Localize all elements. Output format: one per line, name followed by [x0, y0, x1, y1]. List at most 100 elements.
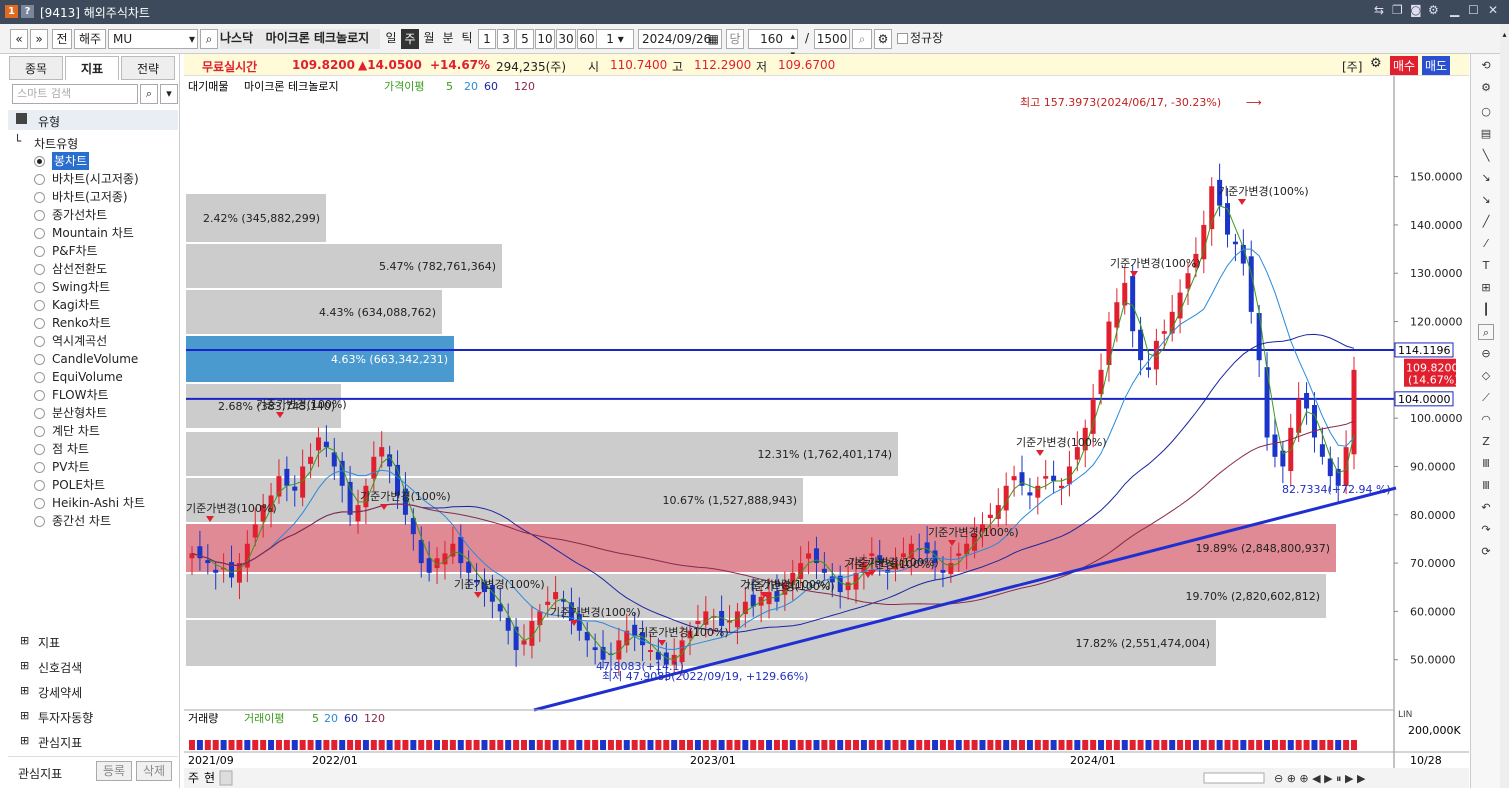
trend-tool-icon[interactable]: ↘ [1478, 170, 1494, 186]
interval-button[interactable]: 5 [516, 29, 534, 49]
expand-icon[interactable]: ⊞ [20, 634, 29, 647]
next-button[interactable]: » [30, 29, 48, 49]
total-count-field[interactable]: 1500 [814, 29, 850, 49]
maximize-icon[interactable]: ☐ [1468, 3, 1479, 17]
slope-tool-icon[interactable]: ╱ [1478, 214, 1494, 230]
indicator-folder[interactable]: 신호검색 [38, 659, 82, 676]
period-button[interactable]: 일 [382, 29, 400, 49]
indicator-folder[interactable]: 지표 [38, 634, 60, 651]
chart-type-item[interactable]: FLOW차트 [52, 386, 109, 404]
zigzag-icon[interactable]: Z [1478, 434, 1494, 450]
left-tab[interactable]: 전략 [121, 56, 175, 80]
period-button[interactable]: 월 [420, 29, 438, 49]
expand-icon[interactable]: ⊞ [20, 659, 29, 672]
chart-type-item[interactable]: 종간선 차트 [52, 512, 111, 530]
indicator-folder[interactable]: 관심지표 [38, 734, 82, 751]
delete-button[interactable]: 삭제 [136, 761, 172, 781]
section-header[interactable]: 유형 [8, 110, 178, 130]
chart-type-radio[interactable] [34, 174, 45, 185]
chart-type-item[interactable]: P&F차트 [52, 242, 98, 260]
chart-type-radio[interactable] [34, 408, 45, 419]
indicator-folder[interactable]: 강세약세 [38, 684, 82, 701]
text-tool-icon[interactable]: T [1478, 258, 1494, 274]
chart-type-radio[interactable] [34, 444, 45, 455]
chart-type-item[interactable]: 역시계곡선 [52, 332, 107, 350]
help-icon[interactable]: ? [21, 5, 34, 18]
chart-type-item[interactable]: Heikin-Ashi 차트 [52, 494, 145, 512]
chart-type-item[interactable]: 분산형차트 [52, 404, 107, 422]
date-input[interactable]: 2024/09/26 ▦ [638, 29, 722, 49]
camera-icon[interactable]: ◙ [1410, 3, 1422, 17]
expand-icon[interactable]: ⊞ [20, 709, 29, 722]
chart-type-item[interactable]: 계단 차트 [52, 422, 100, 440]
chart-type-item[interactable]: Swing차트 [52, 278, 110, 296]
settings-icon[interactable]: ⚙ [1428, 3, 1439, 17]
chart-type-radio[interactable] [34, 372, 45, 383]
chart-type-radio[interactable] [34, 318, 45, 329]
zoom-icon[interactable]: ⌕ [1478, 324, 1494, 340]
count-input[interactable]: 160▴▾ [748, 29, 798, 60]
chart-type-radio[interactable] [34, 282, 45, 293]
candle-tool-icon[interactable]: ┃ [1478, 302, 1494, 318]
chart-type-item[interactable]: POLE차트 [52, 476, 105, 494]
fan-icon[interactable]: ⟋ [1478, 390, 1494, 406]
chart-type-radio[interactable] [34, 426, 45, 437]
chevron-down-icon[interactable]: ▾ [189, 30, 195, 48]
interval-button[interactable]: 30 [556, 29, 576, 49]
market-select[interactable]: 해주 [74, 29, 106, 49]
period-button[interactable]: 주 [401, 29, 419, 49]
smart-search-input[interactable]: 스마트 검색 [12, 84, 138, 104]
chart-type-radio[interactable] [34, 354, 45, 365]
prev-button[interactable]: « [10, 29, 28, 49]
chart-type-radio[interactable] [34, 480, 45, 491]
pattern-icon[interactable]: ◇ [1478, 368, 1494, 384]
jeon-button[interactable]: 전 [52, 29, 72, 49]
vertical-scrollbar[interactable]: ▴ [1500, 24, 1509, 788]
line-tool-icon[interactable]: ╲ [1478, 148, 1494, 164]
bars-icon[interactable]: Ⅲ [1478, 478, 1494, 494]
undo-icon[interactable]: ↶ [1478, 500, 1494, 516]
gear-icon[interactable]: ⚙ [1478, 80, 1494, 96]
current-button[interactable]: 당 [726, 29, 744, 49]
circle-icon[interactable]: ○ [1478, 104, 1494, 120]
chart-type-item[interactable]: 봉차트 [52, 152, 90, 170]
chart-type-item[interactable]: Kagi차트 [52, 296, 100, 314]
regular-session-checkbox[interactable] [896, 29, 908, 49]
minimize-icon[interactable]: ▁ [1450, 3, 1459, 17]
chart-type-radio[interactable] [34, 498, 45, 509]
chart-type-item[interactable]: CandleVolume [52, 350, 138, 368]
chart-type-item[interactable]: EquiVolume [52, 368, 123, 386]
scroll-up-icon[interactable]: ▴ [1500, 30, 1509, 42]
refresh-icon[interactable]: ⟲ [1478, 58, 1494, 74]
chart-type-radio[interactable] [34, 192, 45, 203]
chart-type-radio[interactable] [34, 156, 45, 167]
chart-type-radio[interactable] [34, 390, 45, 401]
left-tab[interactable]: 종목 [9, 56, 63, 80]
chart-type-radio[interactable] [34, 516, 45, 527]
zoom-out-icon[interactable]: ⊖ [1478, 346, 1494, 362]
search-icon[interactable]: ⌕ [140, 84, 158, 104]
zoom-search-icon[interactable]: ⌕ [852, 29, 872, 49]
screen-number-badge[interactable]: 1 [5, 5, 18, 18]
interval-button[interactable]: 60 [577, 29, 597, 49]
chart-icon[interactable]: ▤ [1478, 126, 1494, 142]
search-icon[interactable]: ⌕ [200, 29, 218, 49]
indicator-folder[interactable]: 투자자동향 [38, 709, 93, 726]
redo-icon[interactable]: ↷ [1478, 522, 1494, 538]
chart-type-radio[interactable] [34, 336, 45, 347]
chart-type-radio[interactable] [34, 300, 45, 311]
chart-type-radio[interactable] [34, 264, 45, 275]
interval-button[interactable]: 10 [535, 29, 555, 49]
calendar-icon[interactable]: ▦ [708, 30, 719, 48]
chart-type-radio[interactable] [34, 210, 45, 221]
chart-type-item[interactable]: PV차트 [52, 458, 90, 476]
chart-type-item[interactable]: Renko차트 [52, 314, 111, 332]
chart-type-radio[interactable] [34, 228, 45, 239]
close-icon[interactable]: ✕ [1488, 3, 1498, 17]
gear-icon[interactable]: ⚙ [874, 29, 892, 49]
buy-button[interactable]: 매수 [1390, 56, 1419, 75]
chart-type-item[interactable]: Mountain 차트 [52, 224, 134, 242]
interval-button[interactable]: 1 [478, 29, 496, 49]
period-button[interactable]: 분 [439, 29, 457, 49]
expand-icon[interactable]: ⊞ [20, 734, 29, 747]
